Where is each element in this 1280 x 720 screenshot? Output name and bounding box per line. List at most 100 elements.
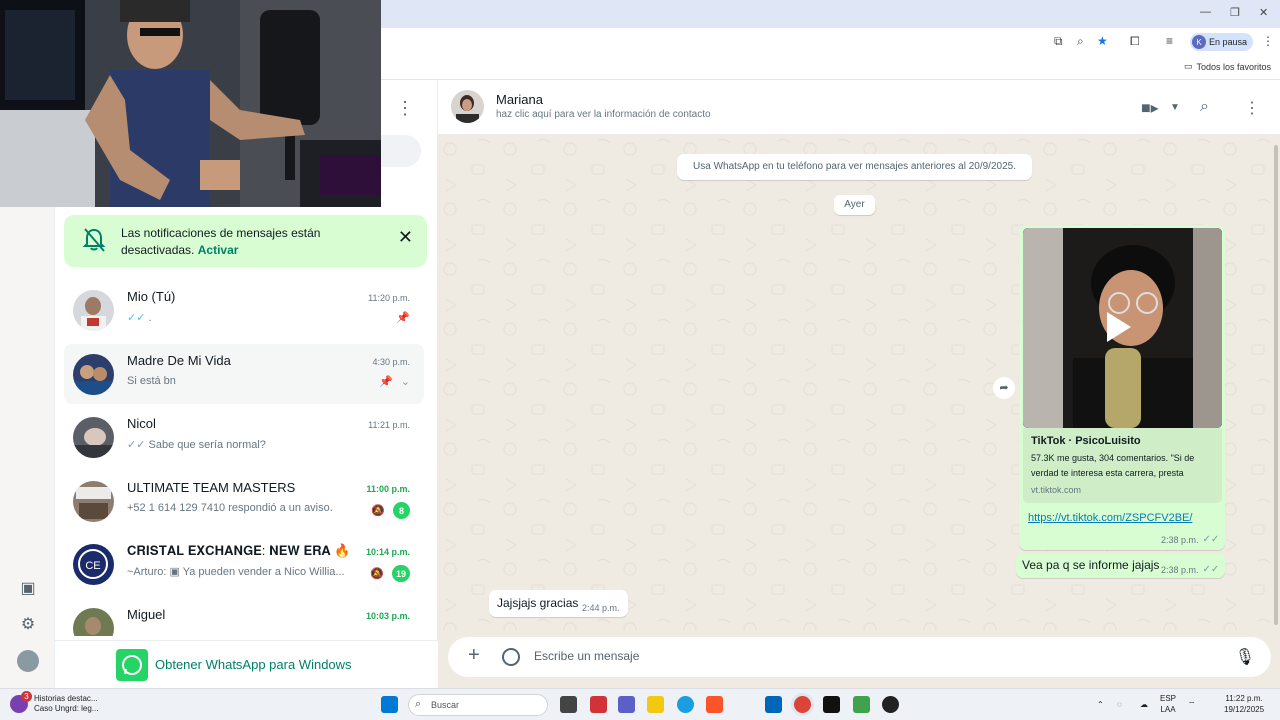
chat-preview: +52 1 614 129 7410 respondió a un aviso. (127, 502, 333, 514)
get-whatsapp-label: Obtener WhatsApp para Windows (155, 657, 352, 672)
close-window-icon[interactable]: ✕ (1259, 6, 1268, 19)
tray-cloud-icon[interactable]: ☁ (1140, 699, 1148, 710)
wifi-icon[interactable]: ⌔ (1188, 699, 1196, 710)
chat-time: 11:20 p.m. (368, 293, 410, 303)
compose-box: + Escribe un mensaje 🎙 (448, 637, 1271, 677)
store-icon[interactable] (765, 696, 782, 713)
media-gallery-icon[interactable]: ▣ (17, 578, 39, 600)
tray-app-icon[interactable]: ◌ (1117, 699, 1122, 710)
link-preview[interactable]: TikTok · PsicoLuisito 57.3K me gusta, 30… (1023, 428, 1222, 503)
bookmark-star-icon[interactable]: ★ (1097, 34, 1108, 48)
contact-info-hint: haz clic aquí para ver la información de… (496, 109, 711, 120)
tray-chevron-icon[interactable]: ⌃ (1097, 699, 1104, 710)
chat-row-mio[interactable]: Mio (Tú) 11:20 p.m. ✓✓ . 📌 (64, 280, 424, 340)
chat-row-madre[interactable]: Madre De Mi Vida 4:30 p.m. Si está bn 📌 ⌄ (64, 344, 424, 404)
chat-preview: Si está bn (127, 375, 176, 387)
contact-name: Mariana (496, 92, 543, 107)
activate-link[interactable]: Activar (198, 243, 239, 257)
delivered-receipt-icon: ✓✓ (127, 439, 146, 451)
taskbar-search[interactable]: ⌕ Buscar (408, 694, 548, 716)
install-app-icon[interactable]: ⧉ (1054, 34, 1063, 49)
minimize-icon[interactable]: — (1200, 6, 1211, 18)
forward-icon[interactable]: ➦ (993, 377, 1015, 399)
chat-name: Mio (Tú) (127, 289, 176, 304)
zoom-icon[interactable]: ⌕ (1077, 34, 1084, 49)
browser-titlebar: — ❐ ✕ (381, 0, 1280, 28)
profile-avatar: K (1192, 35, 1206, 49)
clock[interactable]: 11:22 p.m. 19/12/2025 (1224, 693, 1264, 715)
sticker-emoji-icon[interactable] (502, 648, 520, 666)
outgoing-link-message[interactable]: TikTok · PsicoLuisito 57.3K me gusta, 30… (1019, 225, 1225, 550)
unread-badge: 19 (391, 565, 410, 582)
settings-gear-icon[interactable]: ⚙ (17, 614, 39, 636)
tradingview-icon[interactable] (823, 696, 840, 713)
unread-badge: 8 (393, 502, 410, 519)
search-icon[interactable]: ⌕ (1200, 98, 1209, 116)
notifications-off-banner: Las notificaciones de mensajes están des… (64, 215, 427, 267)
video-call-icon[interactable]: ■▸ (1141, 98, 1159, 118)
incoming-message[interactable]: Jajsjajs gracias 2:44 p.m. (489, 590, 628, 617)
video-thumbnail[interactable] (1023, 228, 1222, 428)
message-time: 2:44 p.m. (582, 603, 620, 613)
all-bookmarks-button[interactable]: ▭ Todos los favoritos (1184, 61, 1271, 72)
chat-row-nicol[interactable]: Nicol 11:21 p.m. ✓✓ Sabe que sería norma… (64, 407, 424, 467)
chrome-icon[interactable] (794, 696, 811, 713)
browser-menu-icon[interactable]: ⋮ (1262, 34, 1274, 48)
message-input[interactable]: Escribe un mensaje (534, 649, 639, 663)
chat-time: 11:00 p.m. (366, 484, 410, 494)
message-link[interactable]: https://vt.tiktok.com/ZSPCFV2BE/ (1028, 512, 1192, 524)
webcam-image (0, 0, 381, 207)
chat-row-cristal-exchange[interactable]: CE 𝐂𝐑𝐈𝐒𝐓𝐀𝐋 𝐄𝐗𝐂𝐇𝐀𝐍𝐆𝐄: 𝐍𝐄𝐖 𝐄𝐑𝐀 🔥 10:14 p.m… (64, 534, 424, 594)
browser-toolbar: ⧉ ⌕ ★ ⧠ ≡ ⋮ (381, 28, 1280, 56)
chat-preview: ~Arturo: ▣ Ya pueden vender a Nico Willi… (127, 566, 345, 578)
start-windows-icon[interactable] (381, 696, 398, 713)
news-widget[interactable]: 3 Historias destac... Caso Ungrd: leg... (10, 691, 98, 714)
windows-taskbar: 3 Historias destac... Caso Ungrd: leg...… (0, 688, 1280, 720)
attach-plus-icon[interactable]: + (468, 644, 480, 667)
restore-icon[interactable]: ❐ (1230, 6, 1240, 19)
news-headline-1: Historias destac... (34, 694, 98, 703)
extensions-icon[interactable]: ⧠ (1130, 34, 1140, 49)
scrollbar-thumb[interactable] (1274, 145, 1278, 625)
chat-row-miguel[interactable]: Miguel 10:03 p.m. (64, 598, 424, 636)
close-icon[interactable]: ✕ (398, 227, 413, 248)
task-view-icon[interactable] (560, 696, 577, 713)
search-box[interactable] (381, 135, 421, 167)
chevron-down-icon[interactable]: ▼ (1170, 102, 1180, 113)
message-time: 2:38 p.m. (1161, 534, 1199, 545)
pin-icon: 📌 (379, 376, 393, 388)
get-whatsapp-windows[interactable]: Obtener WhatsApp para Windows (55, 640, 438, 688)
edge-icon[interactable] (677, 696, 694, 713)
chat-name: Madre De Mi Vida (127, 353, 231, 368)
older-messages-notice: Usa WhatsApp en tu teléfono para ver men… (677, 154, 1032, 180)
obs-icon[interactable] (882, 696, 899, 713)
message-time: 2:38 p.m. (1161, 564, 1199, 575)
search-icon: ⌕ (415, 698, 422, 710)
app-icon-green[interactable] (853, 696, 870, 713)
read-receipt-icon: ✓✓ (127, 312, 146, 324)
chat-row-ultimate-team[interactable]: ULTIMATE TEAM MASTERS 11:00 p.m. +52 1 6… (64, 471, 424, 531)
brave-icon[interactable] (706, 696, 723, 713)
chat-name: 𝐂𝐑𝐈𝐒𝐓𝐀𝐋 𝐄𝐗𝐂𝐇𝐀𝐍𝐆𝐄: 𝐍𝐄𝐖 𝐄𝐑𝐀 🔥 (127, 543, 351, 558)
menu-dots-icon[interactable]: ⋮ (396, 98, 414, 119)
teams-icon[interactable] (618, 696, 635, 713)
profile-avatar-icon[interactable] (17, 650, 39, 672)
menu-dots-icon[interactable]: ⋮ (1244, 98, 1260, 118)
app-icon-red[interactable] (590, 696, 607, 713)
profile-button[interactable]: K En pausa (1190, 33, 1254, 51)
avatar (73, 481, 114, 522)
media-control-icon[interactable]: ≡ (1166, 34, 1173, 48)
chevron-down-icon[interactable]: ⌄ (401, 375, 410, 388)
language-indicator[interactable]: ESP LAA (1160, 693, 1176, 715)
play-icon[interactable] (1107, 312, 1131, 342)
conversation-header[interactable]: Mariana haz clic aquí para ver la inform… (438, 80, 1280, 135)
outgoing-message[interactable]: Vea pa q se informe jajajs 2:38 p.m. ✓✓ (1016, 553, 1225, 578)
chat-name: Miguel (127, 607, 166, 622)
chat-name: ULTIMATE TEAM MASTERS (127, 480, 296, 495)
file-explorer-icon[interactable] (647, 696, 664, 713)
message-scrollbar[interactable] (1272, 135, 1280, 631)
chat-preview: . (148, 312, 152, 324)
microphone-icon[interactable]: 🎙 (1235, 647, 1255, 667)
whatsapp-logo-icon (116, 649, 148, 681)
taskbar-search-label: Buscar (431, 700, 460, 710)
